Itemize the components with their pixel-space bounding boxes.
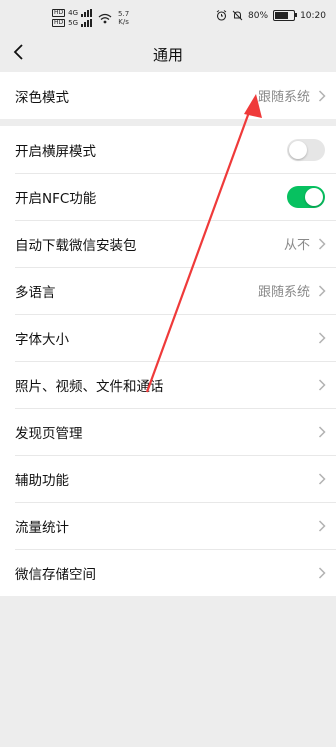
setting-row-data-usage[interactable]: 流量统计 xyxy=(0,502,336,549)
setting-row-auto-download[interactable]: 自动下载微信安装包 从不 xyxy=(0,220,336,267)
battery-fill xyxy=(275,12,288,19)
sim1-hd-badge: HD xyxy=(52,9,66,17)
signal-icon xyxy=(81,19,93,27)
status-left: HD 4G HD 5G 5.7 K/s xyxy=(52,9,129,27)
sim2-network-label: 5G xyxy=(68,19,79,27)
status-bar: HD 4G HD 5G 5.7 K/s 80% 10:20 xyxy=(0,0,336,34)
setting-value: 跟随系统 xyxy=(257,285,310,300)
nav-bar: 通用 xyxy=(0,34,336,72)
setting-value: 从不 xyxy=(283,238,310,253)
sim2-hd-badge: HD xyxy=(52,19,66,27)
setting-row-landscape-mode[interactable]: 开启横屏模式 xyxy=(0,126,336,173)
toggle-knob xyxy=(305,188,323,206)
setting-label: 照片、视频、文件和通话 xyxy=(15,378,164,395)
net-speed-value: 5.7 xyxy=(118,10,130,18)
setting-row-accessibility[interactable]: 辅助功能 xyxy=(0,455,336,502)
setting-row-language[interactable]: 多语言 跟随系统 xyxy=(0,267,336,314)
setting-row-media-calls[interactable]: 照片、视频、文件和通话 xyxy=(0,361,336,408)
battery-icon xyxy=(273,10,298,21)
mute-bell-icon xyxy=(232,10,243,21)
chevron-right-icon xyxy=(318,238,326,250)
alarm-clock-icon xyxy=(216,10,227,21)
chevron-right-icon xyxy=(318,90,326,102)
status-right: 80% 10:20 xyxy=(216,10,326,21)
wifi-icon xyxy=(98,13,112,23)
chevron-right-icon xyxy=(318,379,326,391)
setting-label: 流量统计 xyxy=(15,519,69,536)
setting-label: 自动下载微信安装包 xyxy=(15,237,137,254)
settings-group-general: 开启横屏模式 开启NFC功能 自动下载微信安装包 从不 多语言 跟随系统 字体大… xyxy=(0,126,336,596)
chevron-right-icon xyxy=(318,332,326,344)
setting-label: 发现页管理 xyxy=(15,425,83,442)
setting-row-dark-mode[interactable]: 深色模式 跟随系统 xyxy=(0,72,336,119)
sim-indicators: HD 4G HD 5G xyxy=(52,9,93,27)
setting-row-font-size[interactable]: 字体大小 xyxy=(0,314,336,361)
setting-row-nfc[interactable]: 开启NFC功能 xyxy=(0,173,336,220)
setting-label: 多语言 xyxy=(15,284,56,301)
chevron-right-icon xyxy=(318,426,326,438)
chevron-right-icon xyxy=(318,567,326,579)
setting-label: 开启横屏模式 xyxy=(15,143,96,160)
nfc-toggle[interactable] xyxy=(287,186,325,208)
signal-icon xyxy=(81,9,93,17)
toggle-knob xyxy=(289,141,307,159)
setting-value: 跟随系统 xyxy=(257,90,310,105)
setting-row-discover-management[interactable]: 发现页管理 xyxy=(0,408,336,455)
clock-time: 10:20 xyxy=(300,10,326,21)
net-speed-unit: K/s xyxy=(118,18,129,26)
chevron-right-icon xyxy=(318,285,326,297)
battery-percent: 80% xyxy=(248,10,269,21)
setting-label: 微信存储空间 xyxy=(15,566,96,583)
landscape-toggle[interactable] xyxy=(287,139,325,161)
chevron-right-icon xyxy=(318,473,326,485)
net-speed: 5.7 K/s xyxy=(118,10,129,26)
sim2-row: HD 5G xyxy=(52,19,93,27)
settings-group-display: 深色模式 跟随系统 xyxy=(0,72,336,119)
chevron-right-icon xyxy=(318,520,326,532)
sim1-network-label: 4G xyxy=(68,9,79,17)
setting-label: 辅助功能 xyxy=(15,472,69,489)
page-title: 通用 xyxy=(152,46,183,64)
setting-label: 字体大小 xyxy=(15,331,69,348)
setting-label: 深色模式 xyxy=(15,89,69,106)
setting-label: 开启NFC功能 xyxy=(15,190,97,207)
setting-row-storage[interactable]: 微信存储空间 xyxy=(0,549,336,596)
sim1-row: HD 4G xyxy=(52,9,93,17)
